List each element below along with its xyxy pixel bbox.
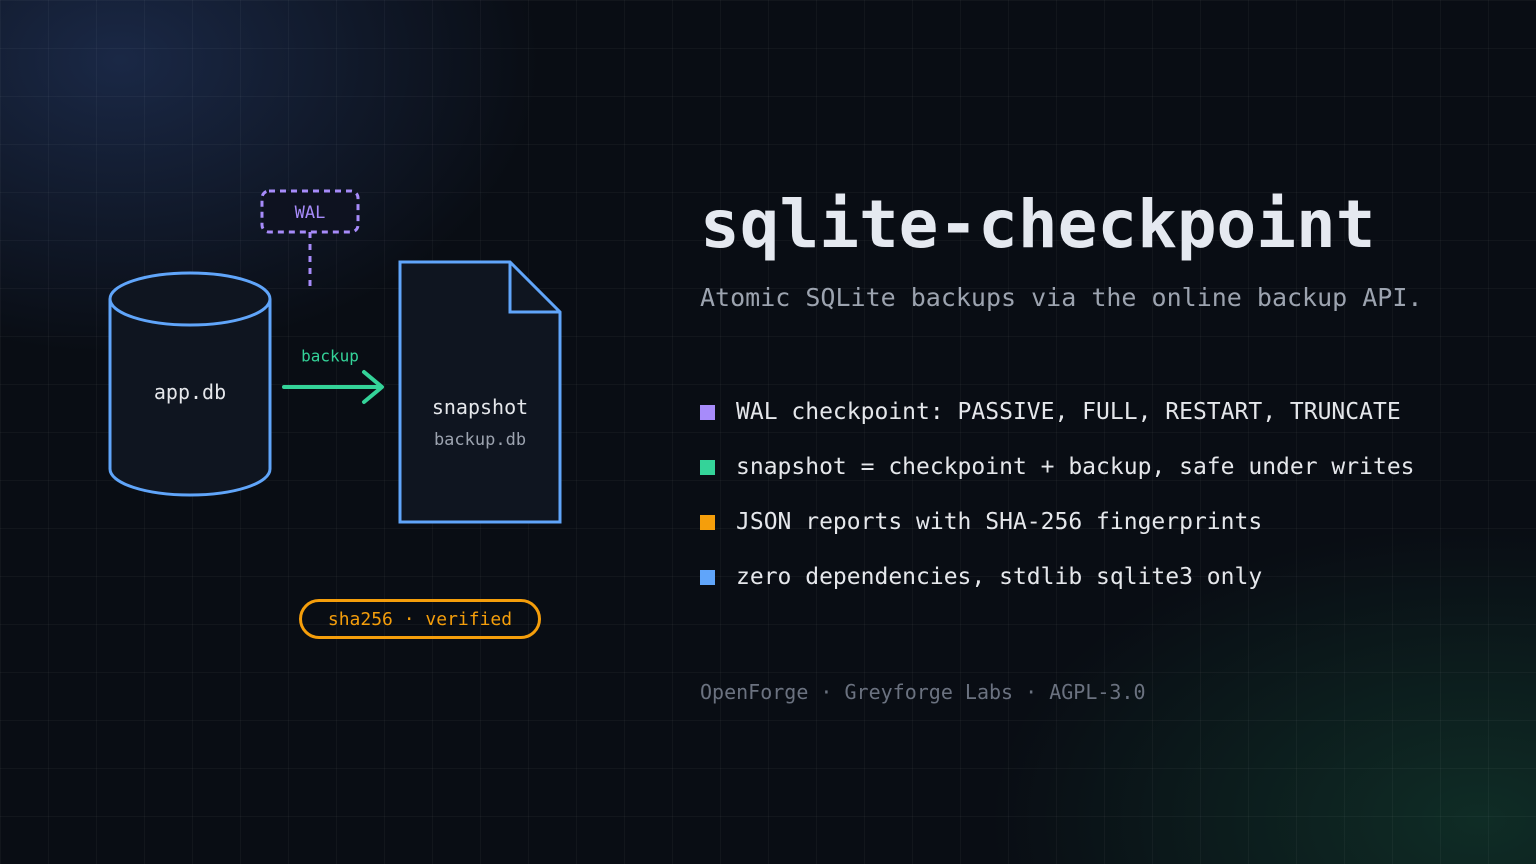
snapshot-document-icon — [398, 260, 562, 524]
feature-item: zero dependencies, stdlib sqlite3 only — [700, 561, 1415, 616]
page-subtitle: Atomic SQLite backups via the online bac… — [700, 283, 1423, 312]
bullet-square-icon — [700, 515, 715, 530]
wal-label: WAL — [294, 203, 326, 223]
bullet-square-icon — [700, 570, 715, 585]
source-db-label: app.db — [153, 380, 227, 404]
page-title: sqlite-checkpoint — [700, 186, 1376, 263]
feature-text: WAL checkpoint: PASSIVE, FULL, RESTART, … — [736, 399, 1401, 425]
feature-item: WAL checkpoint: PASSIVE, FULL, RESTART, … — [700, 396, 1415, 451]
footer-credits: OpenForge · Greyforge Labs · AGPL-3.0 — [700, 680, 1146, 704]
verified-badge: sha256 · verified — [299, 599, 541, 639]
bullet-square-icon — [700, 405, 715, 420]
feature-list: WAL checkpoint: PASSIVE, FULL, RESTART, … — [700, 396, 1415, 616]
feature-item: snapshot = checkpoint + backup, safe und… — [700, 451, 1415, 506]
snapshot-file-label: backup.db — [433, 430, 527, 450]
diagram-graphics — [108, 189, 562, 524]
backup-diagram: WAL backup app.db snapshot backup.db sha… — [0, 0, 700, 864]
feature-text: snapshot = checkpoint + backup, safe und… — [736, 454, 1415, 480]
feature-text: JSON reports with SHA-256 fingerprints — [736, 509, 1263, 535]
backup-arrow-icon — [282, 370, 384, 404]
snapshot-label: snapshot — [431, 395, 529, 419]
feature-text: zero dependencies, stdlib sqlite3 only — [736, 564, 1263, 590]
bullet-square-icon — [700, 460, 715, 475]
feature-item: JSON reports with SHA-256 fingerprints — [700, 506, 1415, 561]
backup-label: backup — [301, 346, 359, 366]
